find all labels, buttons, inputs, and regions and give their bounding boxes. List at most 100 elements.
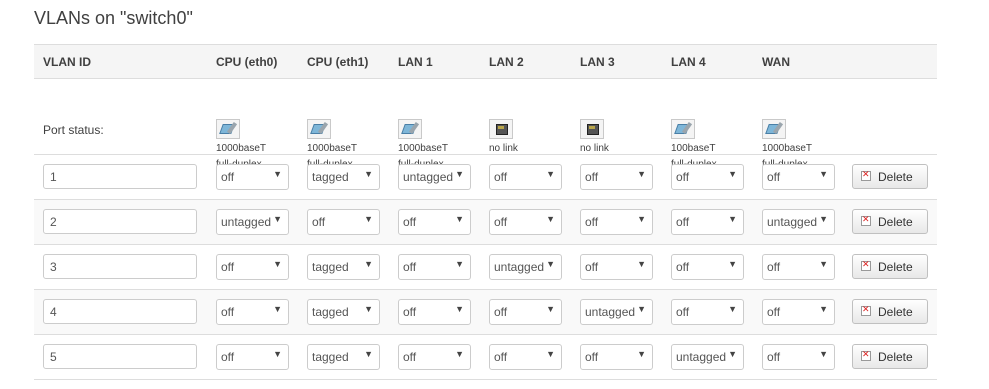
port-mode-select[interactable]: off ▼ [398, 254, 471, 280]
port-status-cell: no link [489, 119, 569, 157]
port-mode-value: off [585, 350, 599, 364]
port-mode-value: off [221, 305, 235, 319]
delete-button[interactable]: Delete [852, 299, 928, 324]
delete-button[interactable]: Delete [852, 209, 928, 234]
port-mode-value: untagged [403, 170, 454, 184]
page-title: VLANs on "switch0" [34, 8, 193, 28]
delete-label: Delete [878, 305, 913, 319]
chevron-down-icon: ▼ [455, 349, 464, 359]
vlan-id-input[interactable]: 5 [43, 344, 197, 369]
port-mode-select[interactable]: off ▼ [580, 254, 653, 280]
port-mode-select[interactable]: tagged ▼ [307, 299, 380, 325]
port-mode-select[interactable]: off ▼ [762, 164, 835, 190]
delete-label: Delete [878, 260, 913, 274]
port-mode-value: off [312, 215, 326, 229]
port-mode-select[interactable]: off ▼ [489, 299, 562, 325]
chevron-down-icon: ▼ [637, 349, 646, 359]
port-mode-select[interactable]: off ▼ [489, 344, 562, 370]
port-mode-value: untagged [767, 215, 818, 229]
chevron-down-icon: ▼ [728, 304, 737, 314]
delete-button[interactable]: Delete [852, 254, 928, 279]
delete-button[interactable]: Delete [852, 344, 928, 369]
chevron-down-icon: ▼ [364, 304, 373, 314]
port-mode-select[interactable]: off ▼ [398, 209, 471, 235]
delete-icon [861, 214, 871, 226]
delete-icon [861, 169, 871, 181]
port-mode-select[interactable]: off ▼ [489, 164, 562, 190]
port-mode-value: off [403, 215, 417, 229]
chevron-down-icon: ▼ [728, 259, 737, 269]
delete-icon [861, 259, 871, 271]
port-mode-select[interactable]: tagged ▼ [307, 344, 380, 370]
port-mode-select[interactable]: tagged ▼ [307, 164, 380, 190]
port-mode-value: untagged [494, 260, 545, 274]
port-mode-select[interactable]: off ▼ [216, 164, 289, 190]
chevron-down-icon: ▼ [546, 169, 555, 179]
port-mode-select[interactable]: off ▼ [398, 299, 471, 325]
header-cpu-eth1: CPU (eth1) [307, 55, 369, 69]
header-lan2: LAN 2 [489, 55, 524, 69]
port-mode-select[interactable]: off ▼ [671, 254, 744, 280]
port-mode-select[interactable]: off ▼ [216, 254, 289, 280]
port-mode-value: untagged [676, 350, 727, 364]
port-mode-value: off [403, 350, 417, 364]
port-mode-select[interactable]: tagged ▼ [307, 254, 380, 280]
chevron-down-icon: ▼ [273, 259, 282, 269]
port-mode-select[interactable]: off ▼ [307, 209, 380, 235]
port-mode-value: tagged [312, 170, 349, 184]
header-lan4: LAN 4 [671, 55, 706, 69]
port-mode-value: tagged [312, 350, 349, 364]
delete-icon [861, 349, 871, 361]
vlan-rows: 1off▼tagged▼untagged▼off▼off▼off▼off▼Del… [34, 155, 937, 380]
chevron-down-icon: ▼ [273, 349, 282, 359]
port-mode-select[interactable]: off ▼ [398, 344, 471, 370]
port-mode-select[interactable]: off ▼ [671, 164, 744, 190]
ethernet-disconnected-icon [580, 119, 604, 139]
vlan-id-input[interactable]: 1 [43, 164, 197, 189]
ethernet-connected-icon [398, 119, 422, 139]
ethernet-disconnected-icon [489, 119, 513, 139]
chevron-down-icon: ▼ [455, 259, 464, 269]
port-mode-select[interactable]: off ▼ [671, 209, 744, 235]
port-mode-value: off [767, 260, 781, 274]
chevron-down-icon: ▼ [819, 259, 828, 269]
chevron-down-icon: ▼ [819, 169, 828, 179]
port-mode-select[interactable]: untagged ▼ [580, 299, 653, 325]
chevron-down-icon: ▼ [819, 214, 828, 224]
port-mode-select[interactable]: untagged ▼ [762, 209, 835, 235]
port-mode-select[interactable]: untagged ▼ [489, 254, 562, 280]
port-mode-value: off [221, 350, 235, 364]
chevron-down-icon: ▼ [546, 349, 555, 359]
port-mode-select[interactable]: off ▼ [580, 209, 653, 235]
port-mode-select[interactable]: untagged ▼ [671, 344, 744, 370]
ethernet-connected-icon [762, 119, 786, 139]
port-mode-select[interactable]: off ▼ [762, 299, 835, 325]
port-mode-value: off [221, 260, 235, 274]
port-mode-select[interactable]: off ▼ [489, 209, 562, 235]
port-mode-select[interactable]: off ▼ [762, 254, 835, 280]
port-mode-select[interactable]: off ▼ [671, 299, 744, 325]
delete-button[interactable]: Delete [852, 164, 928, 189]
chevron-down-icon: ▼ [364, 259, 373, 269]
port-status-cell: no link [580, 119, 660, 157]
port-mode-select[interactable]: off ▼ [762, 344, 835, 370]
port-mode-value: off [676, 260, 690, 274]
port-mode-select[interactable]: untagged ▼ [398, 164, 471, 190]
vlan-id-input[interactable]: 3 [43, 254, 197, 279]
chevron-down-icon: ▼ [273, 169, 282, 179]
port-mode-select[interactable]: off ▼ [216, 344, 289, 370]
table-row: 2untagged▼off▼off▼off▼off▼off▼untagged▼D… [34, 200, 937, 245]
port-mode-select[interactable]: off ▼ [580, 164, 653, 190]
vlan-id-input[interactable]: 2 [43, 209, 197, 234]
port-mode-value: off [403, 305, 417, 319]
port-mode-select[interactable]: untagged ▼ [216, 209, 289, 235]
chevron-down-icon: ▼ [728, 214, 737, 224]
vlan-id-input[interactable]: 4 [43, 299, 197, 324]
port-mode-select[interactable]: off ▼ [580, 344, 653, 370]
chevron-down-icon: ▼ [455, 304, 464, 314]
header-vlan-id: VLAN ID [43, 55, 91, 69]
table-row: 3off▼tagged▼off▼untagged▼off▼off▼off▼Del… [34, 245, 937, 290]
chevron-down-icon: ▼ [364, 349, 373, 359]
port-mode-value: off [585, 260, 599, 274]
port-mode-select[interactable]: off ▼ [216, 299, 289, 325]
